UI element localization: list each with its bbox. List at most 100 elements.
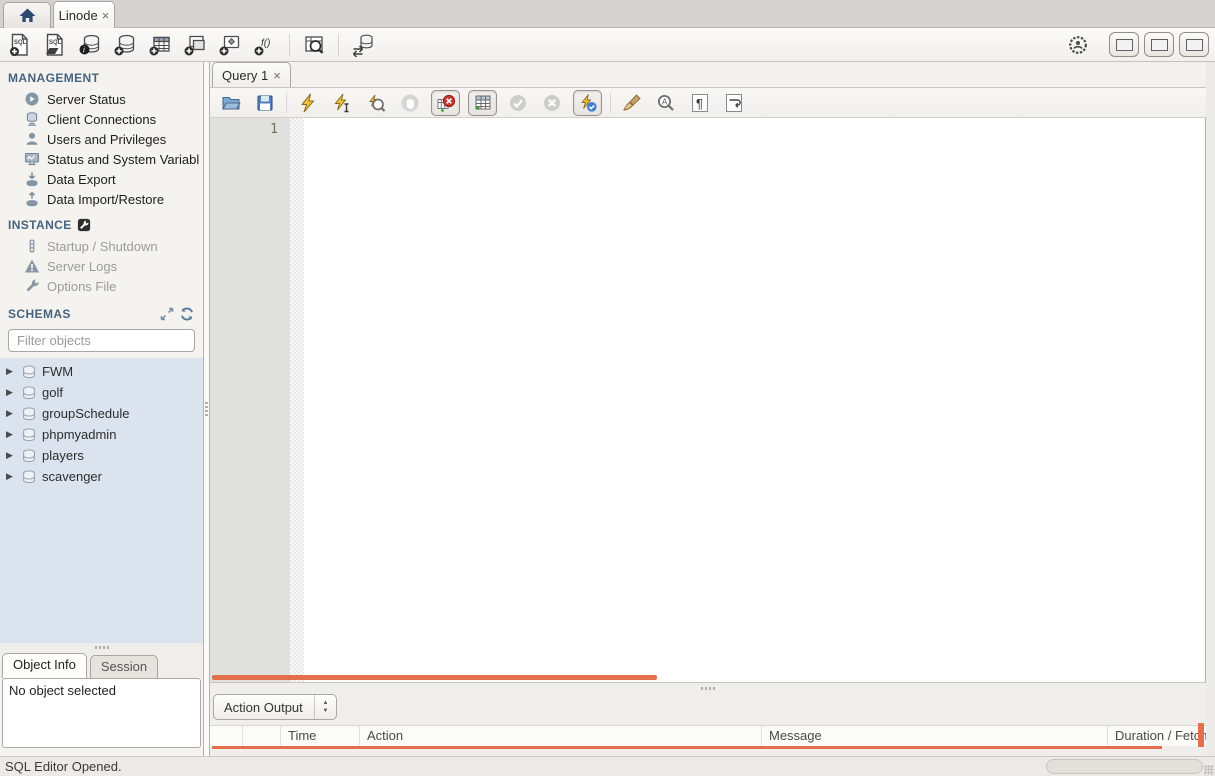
chevron-right-icon[interactable]: ▶ [6, 366, 16, 377]
toggle-right-sidebar-button[interactable] [1179, 32, 1209, 57]
tab-session[interactable]: Session [89, 655, 159, 678]
object-info-content: No object selected [2, 678, 201, 748]
info-panel-tabs: Object Info Session [0, 652, 203, 678]
expand-icon[interactable] [159, 306, 175, 322]
explain-button[interactable] [363, 90, 389, 116]
toolbar-separator [289, 33, 290, 56]
create-function-button[interactable]: f() [251, 31, 279, 59]
create-procedure-button[interactable] [216, 31, 244, 59]
toggle-wrap-button[interactable] [721, 90, 747, 116]
sidebar-item-data-export[interactable]: Data Export [0, 169, 203, 189]
stop-on-error-icon [437, 94, 455, 112]
schema-row-groupschedule[interactable]: ▶ groupSchedule [0, 403, 203, 424]
toggle-output-area-button[interactable] [1144, 32, 1174, 57]
toggle-limit-rows-button[interactable] [468, 89, 497, 116]
close-icon[interactable]: × [273, 69, 281, 82]
sidebar-item-server-status[interactable]: Server Status [0, 89, 203, 109]
explain-icon [369, 94, 386, 112]
stop-button[interactable] [397, 90, 423, 116]
column-header-message: Message [762, 726, 1108, 746]
sidebar-item-system-variables[interactable]: Status and System Variables [0, 149, 203, 169]
home-tab[interactable] [3, 2, 51, 28]
right-sidebar-icon [1185, 38, 1203, 51]
chevron-right-icon[interactable]: ▶ [6, 429, 16, 440]
chevron-right-icon[interactable]: ▶ [6, 450, 16, 461]
sidebar-item-server-logs[interactable]: Server Logs [0, 256, 203, 276]
connection-tab-linode[interactable]: Linode × [53, 1, 115, 28]
wrench-icon [77, 218, 90, 232]
sidebar-horizontal-splitter[interactable] [0, 643, 203, 652]
schema-row-phpmyadmin[interactable]: ▶ phpmyadmin [0, 424, 203, 445]
tab-object-info[interactable]: Object Info [2, 653, 87, 678]
output-vertical-scrollbar[interactable] [1198, 723, 1204, 747]
sidebar-vertical-splitter[interactable] [203, 62, 210, 756]
sidebar-item-users-privileges[interactable]: Users and Privileges [0, 129, 203, 149]
find-button[interactable]: A [653, 90, 679, 116]
toggle-autocommit-button[interactable] [573, 89, 602, 116]
svg-text:SQL: SQL [49, 40, 62, 46]
refresh-icon[interactable] [179, 306, 195, 322]
schema-row-scavenger[interactable]: ▶ scavenger [0, 466, 203, 487]
wrap-text-icon [726, 93, 742, 112]
sidebar-item-client-connections[interactable]: Client Connections [0, 109, 203, 129]
schema-name: FWM [42, 364, 74, 379]
startup-shutdown-icon [24, 238, 40, 254]
schema-row-golf[interactable]: ▶ golf [0, 382, 203, 403]
toggle-invisibles-button[interactable]: ¶ [687, 90, 713, 116]
schema-row-fwm[interactable]: ▶ FWM [0, 361, 203, 382]
beautify-button[interactable] [619, 90, 645, 116]
toggle-stop-on-error-button[interactable] [431, 89, 460, 116]
search-table-data-button[interactable] [300, 31, 328, 59]
rollback-button[interactable] [539, 90, 565, 116]
spinner-up-icon[interactable]: ▲ [323, 699, 329, 707]
schema-row-players[interactable]: ▶ players [0, 445, 203, 466]
code-area[interactable] [304, 118, 1205, 682]
chevron-right-icon[interactable]: ▶ [6, 471, 16, 482]
schemas-section-title: SCHEMAS [0, 296, 203, 326]
preferences-button[interactable] [1064, 31, 1092, 59]
chevron-right-icon[interactable]: ▶ [6, 408, 16, 419]
open-sql-script-button[interactable]: SQL [41, 31, 69, 59]
schema-filter-input[interactable] [13, 333, 193, 348]
sql-code-editor[interactable]: 1 [210, 118, 1206, 683]
schema-inspector-button[interactable]: i [76, 31, 104, 59]
new-sql-tab-button[interactable]: SQL [6, 31, 34, 59]
output-mode-select[interactable]: Action Output ▲ ▼ [213, 694, 337, 720]
server-status-icon [24, 91, 40, 107]
find-magnifier-icon: A [658, 94, 674, 111]
create-view-button[interactable] [181, 31, 209, 59]
execute-current-button[interactable] [329, 90, 355, 116]
sidebar-item-options-file[interactable]: Options File [0, 276, 203, 296]
save-script-button[interactable] [252, 90, 278, 116]
search-table-data-icon [305, 35, 324, 54]
reconnect-server-button[interactable] [349, 31, 377, 59]
editor-horizontal-scrollbar[interactable] [212, 675, 657, 680]
svg-text:i: i [83, 45, 85, 54]
close-icon[interactable]: × [102, 9, 110, 22]
create-schema-button[interactable] [111, 31, 139, 59]
commit-button[interactable] [505, 90, 531, 116]
execute-button[interactable] [295, 90, 321, 116]
data-import-icon [24, 191, 40, 207]
schema-icon [21, 385, 37, 401]
spinner-arrows-icon[interactable]: ▲ ▼ [314, 695, 336, 719]
sidebar-item-label: Users and Privileges [47, 131, 167, 147]
open-file-button[interactable] [218, 90, 244, 116]
sidebar-item-startup-shutdown[interactable]: Startup / Shutdown [0, 236, 203, 256]
status-message: SQL Editor Opened. [5, 759, 122, 774]
output-splitter[interactable] [210, 683, 1206, 694]
spinner-down-icon[interactable]: ▼ [323, 707, 329, 715]
sidebar-item-data-import[interactable]: Data Import/Restore [0, 189, 203, 209]
output-horizontal-scrollbar[interactable] [212, 746, 1162, 749]
tab-query-1[interactable]: Query 1 × [212, 62, 291, 87]
window-resize-grip[interactable] [1204, 765, 1214, 775]
toggle-left-sidebar-button[interactable] [1109, 32, 1139, 57]
sidebar-item-label: Data Export [47, 171, 116, 187]
left-sidebar-icon [1115, 38, 1133, 51]
schema-icon [21, 427, 37, 443]
editor-area: Query 1 × A ¶ 1 Action Output ▲ ▼ Time A… [210, 62, 1206, 756]
schema-inspector-icon: i [79, 34, 100, 54]
commit-check-icon [510, 94, 526, 111]
chevron-right-icon[interactable]: ▶ [6, 387, 16, 398]
create-table-button[interactable] [146, 31, 174, 59]
